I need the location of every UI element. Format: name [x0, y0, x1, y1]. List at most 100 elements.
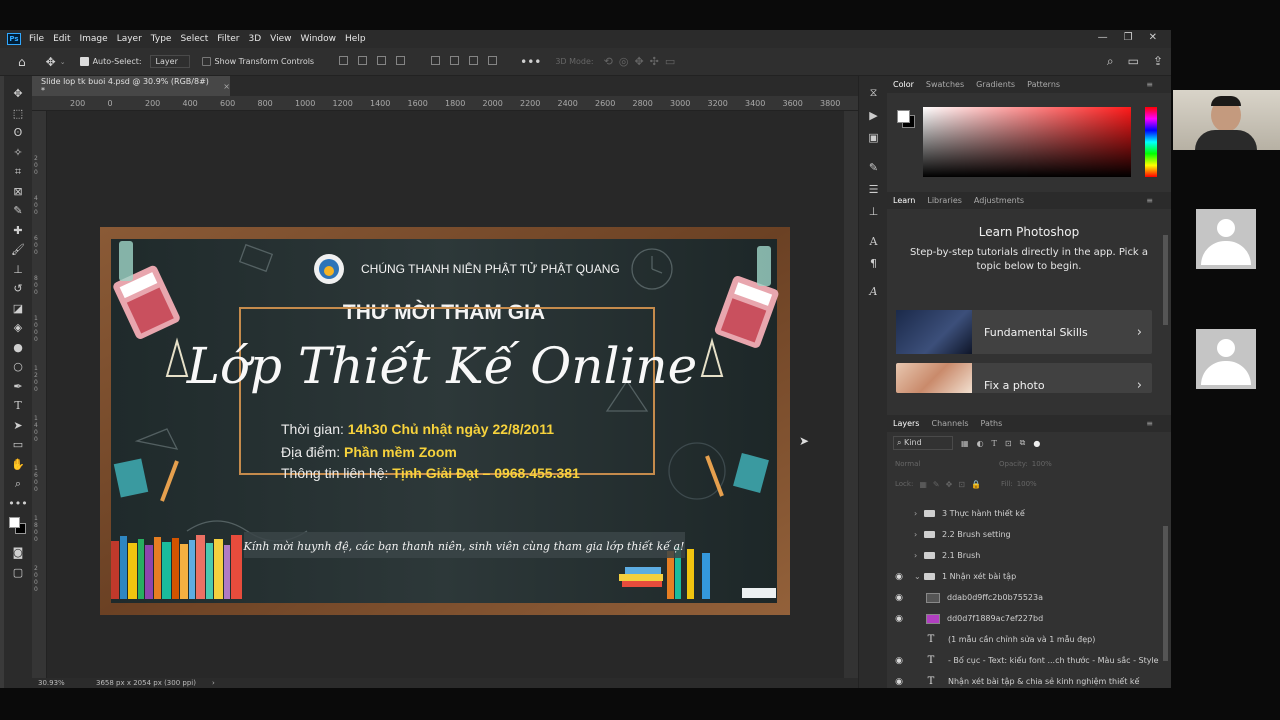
group-collapse-icon[interactable]: ⌄	[914, 572, 924, 581]
visibility-eye-icon[interactable]: ◉	[894, 509, 904, 519]
layer-row[interactable]: ◉ dd0d7f1889ac7ef227bd	[887, 608, 1171, 629]
type-tool-icon[interactable]: T	[4, 396, 32, 416]
layer-row[interactable]: ◉ › 3 Thực hành thiết kế	[887, 503, 1171, 524]
clone-stamp-tool-icon[interactable]: ⊥	[4, 260, 32, 280]
tab-adjustments[interactable]: Adjustments	[974, 196, 1024, 205]
layer-row[interactable]: ◉ ⌄ 1 Nhận xét bài tập	[887, 566, 1171, 587]
align-middle-icon[interactable]	[450, 55, 460, 65]
eraser-tool-icon[interactable]: ◪	[4, 299, 32, 319]
crop-tool-icon[interactable]: ⌗	[4, 162, 32, 182]
filter-type-icon[interactable]: T	[992, 439, 997, 448]
fill-value[interactable]: 100%	[1017, 480, 1037, 488]
foreground-color-swatch[interactable]	[9, 517, 20, 528]
quick-mask-icon[interactable]: ◙	[4, 543, 32, 563]
brush-tool-icon[interactable]: 🖌	[4, 240, 32, 260]
visibility-eye-icon[interactable]: ◉	[894, 593, 904, 603]
filter-adjustment-icon[interactable]: ◐	[977, 439, 984, 448]
glyphs-icon[interactable]: A	[859, 280, 888, 302]
tab-swatches[interactable]: Swatches	[926, 80, 964, 89]
actions-play-icon[interactable]: ▶	[859, 104, 888, 126]
canvas-area[interactable]: CHÚNG THANH NIÊN PHẬT TỬ PHẬT QUANG THƯ …	[47, 111, 844, 678]
group-expand-icon[interactable]: ›	[914, 551, 924, 560]
menu-select[interactable]: Select	[180, 34, 208, 44]
layer-row[interactable]: ◉ T (1 mẫu cần chỉnh sửa và 1 mẫu đẹp)	[887, 629, 1171, 650]
layers-scrollbar[interactable]	[1163, 526, 1168, 661]
visibility-eye-icon[interactable]: ◉	[894, 656, 904, 666]
align-center-icon[interactable]	[358, 55, 368, 65]
canvas-document[interactable]: CHÚNG THANH NIÊN PHẬT TỬ PHẬT QUANG THƯ …	[47, 111, 844, 678]
layer-row[interactable]: ◉ › 2.2 Brush setting	[887, 524, 1171, 545]
dodge-tool-icon[interactable]: ○	[4, 357, 32, 377]
more-options-icon[interactable]: •••	[520, 55, 541, 69]
pen-tool-icon[interactable]: ✒	[4, 377, 32, 397]
minimize-icon[interactable]: —	[1098, 32, 1108, 43]
menu-3d[interactable]: 3D	[249, 34, 262, 44]
hand-tool-icon[interactable]: ✋	[4, 455, 32, 475]
tab-paths[interactable]: Paths	[981, 419, 1003, 428]
menu-type[interactable]: Type	[151, 34, 172, 44]
align-left-icon[interactable]	[339, 55, 349, 65]
transform-controls-checkbox[interactable]	[201, 57, 211, 66]
visibility-eye-icon[interactable]: ◉	[894, 635, 904, 645]
zoom-tool-icon[interactable]: ⌕	[4, 474, 32, 494]
visibility-eye-icon[interactable]: ◉	[894, 572, 904, 582]
visibility-eye-icon[interactable]: ◉	[894, 530, 904, 540]
menu-file[interactable]: File	[29, 34, 44, 44]
maximize-icon[interactable]: ❐	[1124, 32, 1133, 43]
participant-video-tile[interactable]	[1173, 90, 1280, 150]
frame-tool-icon[interactable]: ⊠	[4, 182, 32, 202]
auto-select-checkbox[interactable]	[79, 57, 89, 66]
history-icon[interactable]: ⧖	[859, 82, 888, 104]
share-icon[interactable]: ⇪	[1153, 54, 1163, 69]
magic-wand-tool-icon[interactable]: ✧	[4, 143, 32, 163]
align-right-icon[interactable]	[377, 55, 387, 65]
filter-toggle-icon[interactable]: ●	[1033, 439, 1040, 448]
workspace-icon[interactable]: ▭	[1128, 54, 1139, 69]
home-icon[interactable]: ⌂	[18, 55, 26, 69]
align-bottom-icon[interactable]	[469, 55, 479, 65]
move-tool-icon[interactable]: ✥	[4, 84, 32, 104]
group-expand-icon[interactable]: ›	[914, 530, 924, 539]
tab-layers[interactable]: Layers	[893, 419, 919, 428]
tab-gradients[interactable]: Gradients	[976, 80, 1015, 89]
menu-view[interactable]: View	[270, 34, 291, 44]
blend-mode-dropdown[interactable]: Normal	[895, 460, 991, 468]
tutorial-card-fix-a-photo[interactable]: Fix a photo ›	[896, 363, 1152, 393]
visibility-eye-icon[interactable]: ◉	[894, 677, 904, 687]
filter-pixel-icon[interactable]: ▦	[961, 439, 969, 448]
lasso-tool-icon[interactable]: ʘ	[4, 123, 32, 143]
menu-image[interactable]: Image	[80, 34, 108, 44]
color-field[interactable]	[923, 107, 1131, 177]
participant-tile[interactable]	[1173, 329, 1280, 389]
tab-channels[interactable]: Channels	[931, 419, 968, 428]
distribute-icon[interactable]	[396, 55, 406, 65]
hue-slider[interactable]	[1145, 107, 1157, 177]
layer-row[interactable]: ◉ T Nhận xét bài tập & chia sẻ kinh nghi…	[887, 671, 1171, 688]
kind-filter-dropdown[interactable]: ⌕ Kind	[893, 436, 953, 450]
menu-edit[interactable]: Edit	[53, 34, 70, 44]
character-icon[interactable]: A	[859, 230, 888, 252]
menu-help[interactable]: Help	[345, 34, 366, 44]
rectangle-tool-icon[interactable]: ▭	[4, 435, 32, 455]
visibility-eye-icon[interactable]: ◉	[894, 551, 904, 561]
tab-libraries[interactable]: Libraries	[927, 196, 962, 205]
visibility-eye-icon[interactable]: ◉	[894, 614, 904, 624]
menu-filter[interactable]: Filter	[217, 34, 239, 44]
lock-icons[interactable]: ▦✎✥⊡🔒	[919, 480, 987, 489]
panel-menu-icon[interactable]: ≡	[1146, 419, 1153, 428]
history-brush-tool-icon[interactable]: ↺	[4, 279, 32, 299]
filter-shape-icon[interactable]: ⊡	[1005, 439, 1012, 448]
tool-preset-chevron-icon[interactable]: ⌄	[60, 58, 66, 66]
participant-tile[interactable]	[1173, 209, 1280, 269]
menu-window[interactable]: Window	[301, 34, 337, 44]
layer-row[interactable]: ◉ ddab0d9ffc2b0b75523a	[887, 587, 1171, 608]
clone-source-icon[interactable]: ⊥	[859, 200, 888, 222]
marquee-tool-icon[interactable]: ⬚	[4, 104, 32, 124]
search-icon[interactable]: ⌕	[1107, 54, 1114, 69]
menu-layer[interactable]: Layer	[117, 34, 142, 44]
status-menu-icon[interactable]: ›	[212, 679, 215, 687]
panel-menu-icon[interactable]: ≡	[1146, 80, 1153, 89]
adjustments-icon[interactable]: ☰	[859, 178, 888, 200]
eyedropper-tool-icon[interactable]: ✎	[4, 201, 32, 221]
close-icon[interactable]: ✕	[1149, 32, 1157, 43]
